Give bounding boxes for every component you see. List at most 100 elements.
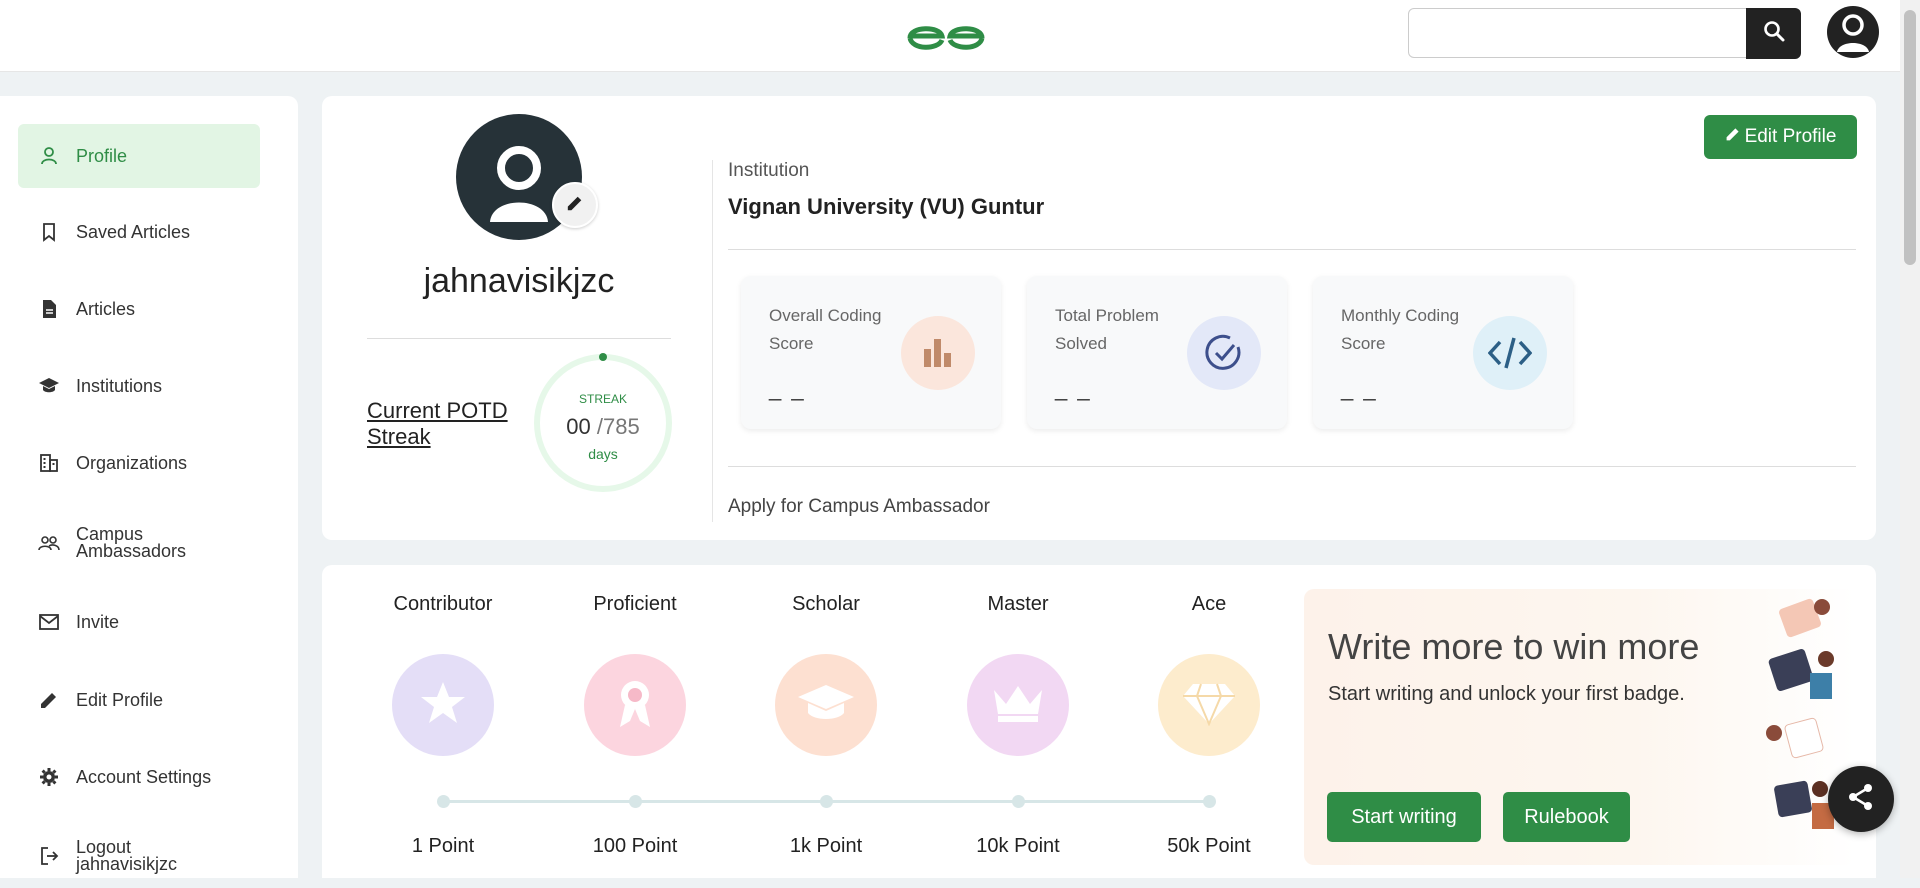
vertical-divider (712, 160, 713, 522)
graduation-cap-icon (38, 375, 60, 397)
sidebar-item-articles[interactable]: Articles (18, 277, 260, 341)
streak-label: STREAK (578, 392, 627, 406)
sidebar-item-campus-ambassadors[interactable]: Campus Ambassadors (18, 511, 260, 575)
sidebar-item-invite[interactable]: Invite (18, 590, 260, 654)
ace-badge (1158, 654, 1260, 756)
proficient-badge (584, 654, 686, 756)
sidebar-item-logout[interactable]: Logout jahnavisikjzc (18, 824, 260, 888)
logout-icon (38, 845, 60, 867)
gfg-logo[interactable] (906, 14, 986, 56)
promo-subtitle: Start writing and unlock your first badg… (1328, 683, 1685, 705)
badge-points: 1 Point (411, 835, 475, 857)
sidebar-item-label: Edit Profile (76, 689, 164, 710)
divider (728, 466, 1856, 467)
monthly-coding-score-card: Monthly Coding Score _ _ (1313, 276, 1573, 429)
streak-total: /785 (596, 414, 640, 439)
institution-label: Institution (728, 160, 810, 181)
stat-title: Total Problem Solved (1055, 306, 1159, 353)
document-icon (38, 298, 60, 320)
ribbon-icon (610, 675, 660, 736)
mail-icon (38, 611, 60, 633)
sidebar-item-saved-articles[interactable]: Saved Articles (18, 200, 260, 264)
edit-profile-button[interactable]: Edit Profile (1704, 115, 1857, 159)
badge-name: Proficient (593, 593, 677, 615)
start-writing-button[interactable]: Start writing (1327, 792, 1481, 842)
badge-name: Scholar (792, 593, 860, 615)
graduation-cap-icon (796, 681, 856, 730)
badge-name: Master (987, 593, 1049, 615)
sidebar-item-label: Articles (76, 298, 136, 319)
pencil-icon (566, 194, 584, 217)
bar-chart-icon (901, 316, 975, 390)
sidebar-item-institutions[interactable]: Institutions (18, 354, 260, 418)
streak-count: 00 /785 (532, 414, 674, 440)
stat-value: _ _ (769, 376, 806, 401)
scrollbar-thumb[interactable] (1904, 10, 1916, 265)
badge-points: 100 Point (592, 835, 678, 857)
sidebar-item-organizations[interactable]: Organizations (18, 431, 260, 495)
master-badge (967, 654, 1069, 756)
sidebar-item-label: Campus Ambassadors (76, 524, 187, 561)
share-button[interactable] (1828, 766, 1894, 832)
badge-points: 10k Point (976, 835, 1060, 857)
stat-value: _ _ (1055, 376, 1092, 401)
rulebook-button[interactable]: Rulebook (1503, 792, 1630, 842)
sidebar-item-edit-profile[interactable]: Edit Profile (18, 668, 260, 732)
user-avatar-icon (1827, 14, 1879, 58)
edit-profile-label: Edit Profile (1744, 126, 1837, 147)
search-button[interactable] (1746, 8, 1801, 59)
badge-points: 1k Point (789, 835, 863, 857)
pencil-icon (1725, 126, 1745, 148)
gear-icon (38, 766, 60, 788)
page-scrollbar[interactable] (1900, 0, 1920, 878)
badge-points: 50k Point (1167, 835, 1251, 857)
stat-value: _ _ (1341, 376, 1378, 401)
overall-coding-score-card: Overall Coding Score _ _ (741, 276, 1001, 429)
sidebar-item-profile[interactable]: Profile (18, 124, 260, 188)
user-avatar[interactable] (1827, 6, 1879, 58)
divider (728, 249, 1856, 250)
photo-edit-button[interactable] (552, 182, 598, 228)
check-circle-icon (1187, 316, 1261, 390)
scholar-badge (775, 654, 877, 756)
diamond-icon (1181, 680, 1237, 731)
crown-icon (990, 682, 1046, 729)
institution-name: Vignan University (VU) Guntur (728, 194, 1045, 219)
group-icon (38, 532, 60, 554)
sidebar-item-account-settings[interactable]: Account Settings (18, 745, 260, 809)
sidebar-item-label: Organizations (76, 452, 188, 473)
search-box (1408, 8, 1801, 59)
pencil-icon (38, 689, 60, 711)
bookmark-icon (38, 221, 60, 243)
streak-unit: days (588, 446, 618, 462)
person-icon (38, 145, 60, 167)
promo-title: Write more to win more (1328, 626, 1700, 667)
star-icon (418, 678, 468, 733)
progress-dot (1203, 795, 1216, 808)
badge-name: Contributor (393, 593, 493, 615)
building-icon (38, 452, 60, 474)
stat-title: Monthly Coding Score (1341, 306, 1460, 353)
progress-dot (1012, 795, 1025, 808)
progress-dot (629, 795, 642, 808)
share-icon (1846, 782, 1876, 817)
apply-campus-ambassador-link[interactable]: Apply for Campus Ambassador (728, 496, 990, 518)
badge-name: Ace (1191, 593, 1227, 615)
sidebar-item-label: Profile (76, 145, 128, 166)
sidebar-item-label: Institutions (76, 375, 163, 396)
sidebar: Profile Saved Articles Articles Institut… (0, 96, 298, 878)
sidebar-item-label: Invite (76, 611, 120, 632)
code-icon (1473, 316, 1547, 390)
divider (367, 338, 671, 339)
potd-streak-link[interactable]: Current POTD Streak (367, 398, 527, 450)
progress-dot (820, 795, 833, 808)
total-problem-solved-card: Total Problem Solved _ _ (1027, 276, 1287, 429)
search-input[interactable] (1408, 8, 1748, 58)
top-bar (0, 0, 1900, 72)
progress-dot (437, 795, 450, 808)
contributor-badge (392, 654, 494, 756)
stat-title: Overall Coding Score (769, 306, 882, 353)
sidebar-item-label: Logout jahnavisikjzc (76, 837, 178, 874)
streak-current: 00 (566, 414, 591, 439)
sidebar-item-label: Saved Articles (76, 221, 191, 242)
